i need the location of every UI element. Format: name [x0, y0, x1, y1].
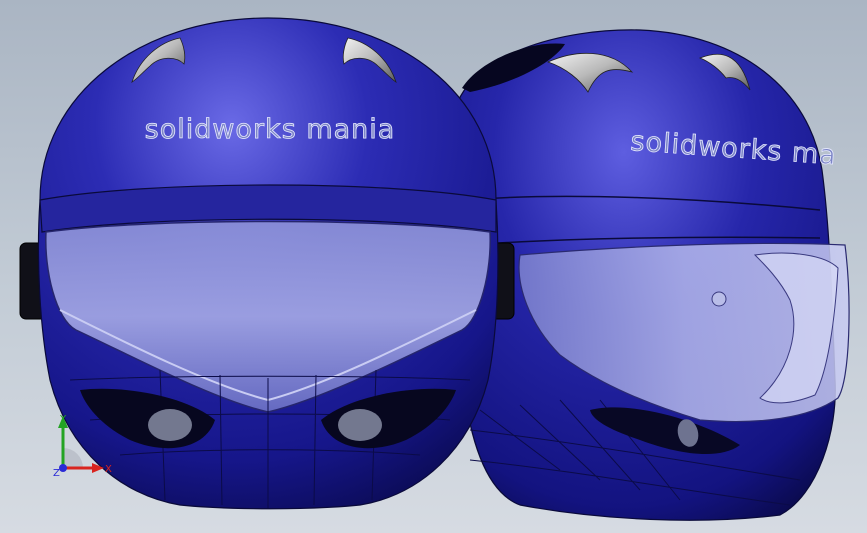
- triad-x-label: X: [105, 464, 112, 475]
- triad-quarter-disc: [63, 448, 83, 468]
- triad-z-axis: [59, 464, 67, 472]
- graphics-viewport[interactable]: solidworks ma solidworks mania Y X Z: [0, 0, 867, 533]
- front-helmet-label: solidworks mania: [145, 114, 396, 145]
- triad-x-arrow: [92, 463, 104, 473]
- front-helmet-left-chin-vent-insert: [148, 409, 192, 441]
- helmet-model-scene[interactable]: solidworks ma solidworks mania: [0, 0, 867, 533]
- triad-z-label: Z: [53, 468, 60, 479]
- triad-y-label: Y: [59, 414, 67, 425]
- front-helmet-right-chin-vent-insert: [338, 409, 382, 441]
- reference-triad: Y X Z: [53, 414, 112, 479]
- side-helmet-visor-pivot: [711, 291, 727, 307]
